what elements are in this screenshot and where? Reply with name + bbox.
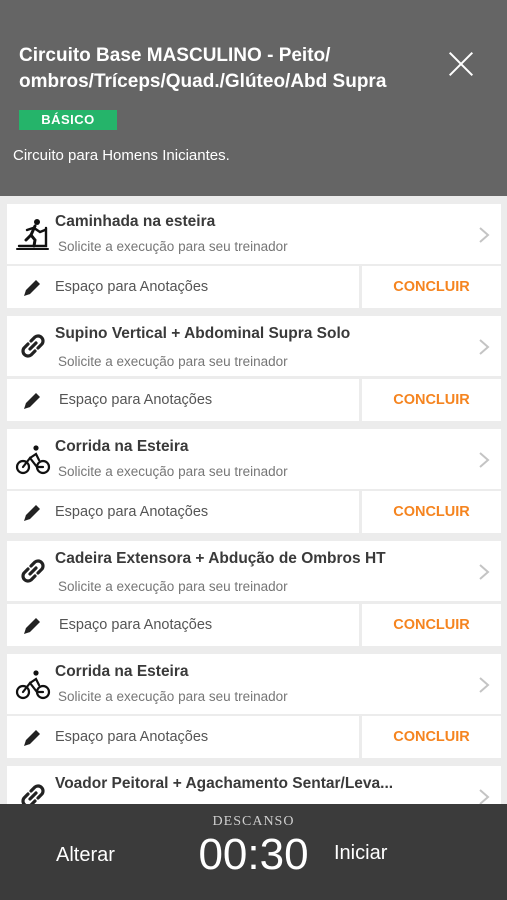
rest-timer: 00:30 (198, 830, 309, 879)
notes-placeholder: Espaço para Anotações (55, 504, 209, 520)
conclude-button[interactable]: CONCLUIR (362, 604, 501, 646)
conclude-button[interactable]: CONCLUIR (362, 266, 501, 308)
exercise-name: Caminhada na esteira (55, 213, 216, 230)
exercise-row[interactable]: Corrida na Esteira Solicite a execução p… (7, 654, 501, 714)
exercise-row[interactable]: Corrida na Esteira Solicite a execução p… (7, 429, 501, 489)
exercise-subtitle: Solicite a execução para seu treinador (58, 579, 288, 594)
notes-placeholder: Espaço para Anotações (59, 392, 213, 408)
conclude-button[interactable]: CONCLUIR (362, 716, 501, 758)
exercise-row[interactable]: Supino Vertical + Abdominal Supra Solo S… (7, 316, 501, 376)
exercise-row[interactable]: Cadeira Extensora + Abdução de Ombros HT… (7, 541, 501, 601)
exercise-list[interactable]: Caminhada na esteira Solicite a execução… (0, 196, 507, 804)
link-icon (15, 778, 51, 804)
level-badge: BÁSICO (19, 110, 117, 130)
conclude-button[interactable]: CONCLUIR (362, 379, 501, 421)
pencil-icon (24, 505, 40, 521)
notes-field[interactable]: Espaço para Anotações (7, 604, 359, 646)
start-button[interactable]: Iniciar (334, 842, 387, 865)
close-icon[interactable] (444, 47, 480, 83)
link-icon (15, 328, 51, 364)
chevron-right-icon (479, 452, 490, 468)
exercise-subtitle: Solicite a execução para seu treinador (58, 464, 288, 479)
treadmill-runner-icon (15, 216, 51, 252)
pencil-icon (24, 280, 40, 296)
notes-placeholder: Espaço para Anotações (55, 279, 209, 295)
exercise-row[interactable]: Caminhada na esteira Solicite a execução… (7, 204, 501, 264)
chevron-right-icon (479, 564, 490, 580)
notes-placeholder: Espaço para Anotações (59, 617, 213, 633)
notes-field[interactable]: Espaço para Anotações (7, 716, 359, 758)
exercise-name: Corrida na Esteira (55, 438, 189, 455)
pencil-icon (24, 393, 40, 409)
notes-placeholder: Espaço para Anotações (55, 729, 209, 745)
pencil-icon (24, 618, 40, 634)
exercise-subtitle: Solicite a execução para seu treinador (58, 354, 288, 369)
chevron-right-icon (479, 789, 490, 804)
chevron-right-icon (479, 227, 490, 243)
pencil-icon (24, 730, 40, 746)
cyclist-icon (15, 441, 51, 477)
notes-field[interactable]: Espaço para Anotações (7, 266, 359, 308)
page-title: Circuito Base MASCULINO - Peito/ ombros/… (19, 45, 387, 92)
conclude-button[interactable]: CONCLUIR (362, 491, 501, 533)
link-icon (15, 553, 51, 589)
workout-description: Circuito para Homens Iniciantes. (13, 147, 230, 164)
rest-label: DESCANSO (212, 814, 295, 829)
exercise-row[interactable]: Voador Peitoral + Agachamento Sentar/Lev… (7, 766, 501, 804)
rest-timer-bar: Alterar DESCANSO 00:30 Iniciar (0, 804, 507, 900)
exercise-name: Voador Peitoral + Agachamento Sentar/Lev… (55, 775, 394, 792)
workout-header: Circuito Base MASCULINO - Peito/ ombros/… (0, 0, 507, 196)
exercise-name: Supino Vertical + Abdominal Supra Solo (55, 325, 351, 342)
notes-field[interactable]: Espaço para Anotações (7, 379, 359, 421)
cyclist-icon (15, 666, 51, 702)
exercise-subtitle: Solicite a execução para seu treinador (58, 239, 288, 254)
chevron-right-icon (479, 339, 490, 355)
exercise-name: Corrida na Esteira (55, 663, 189, 680)
notes-field[interactable]: Espaço para Anotações (7, 491, 359, 533)
exercise-subtitle: Solicite a execução para seu treinador (58, 689, 288, 704)
chevron-right-icon (479, 677, 490, 693)
exercise-name: Cadeira Extensora + Abdução de Ombros HT (55, 550, 386, 567)
